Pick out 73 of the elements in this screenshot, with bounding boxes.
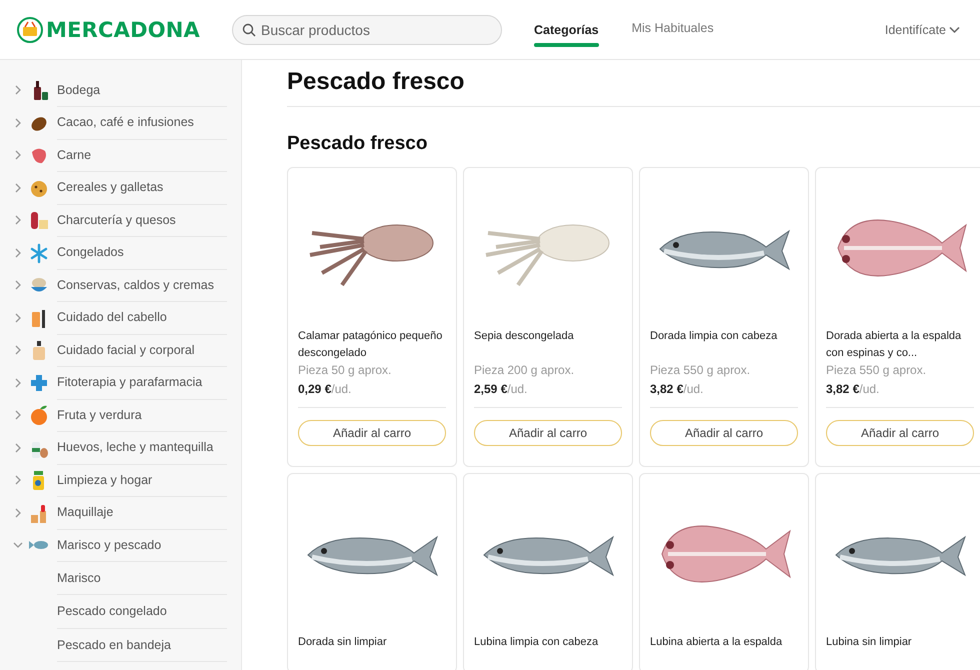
chevron-right-icon[interactable] bbox=[13, 312, 23, 323]
category-link[interactable]: Fitoterapia y parafarmacia bbox=[57, 375, 202, 390]
login-link[interactable]: Identifícate bbox=[884, 22, 946, 36]
category-link[interactable]: Cacao, café e infusiones bbox=[57, 115, 194, 130]
product-price: 0,29 €/ud. bbox=[298, 382, 352, 396]
chevron-right-icon[interactable] bbox=[13, 118, 23, 128]
product-size: Pieza 50 g aprox. bbox=[298, 363, 392, 377]
search-field[interactable]: Buscar productos bbox=[232, 14, 502, 44]
product-card[interactable]: Dorada abierta a la espalda con espinas y co... Pieza 550 g aprox. 3,82 €/ud. Añadir al carro bbox=[815, 167, 980, 467]
product-card[interactable]: Dorada sin limpiar bbox=[287, 473, 457, 670]
chevron-down-icon bbox=[949, 26, 960, 34]
chevron-right-icon[interactable] bbox=[13, 248, 23, 258]
fruit-icon bbox=[28, 404, 50, 426]
category-link[interactable]: Bodega bbox=[57, 82, 100, 97]
sausage-icon bbox=[28, 209, 50, 232]
add-to-cart-button[interactable]: Añadir al carro bbox=[298, 420, 446, 446]
product-card[interactable]: Lubina sin limpiar bbox=[815, 473, 980, 670]
add-to-cart-button[interactable]: Añadir al carro bbox=[474, 420, 622, 446]
chevron-right-icon[interactable] bbox=[13, 475, 23, 486]
section-title: Pescado fresco bbox=[287, 133, 428, 155]
chevron-right-icon[interactable] bbox=[13, 508, 23, 518]
category-link[interactable]: Cuidado del cabello bbox=[57, 310, 167, 324]
category-link[interactable]: Conservas, caldos y cremas bbox=[57, 278, 214, 292]
product-card[interactable]: Calamar patagónico pequeño descongelado Pieza 50 g aprox. 0,29 €/ud. Añadir al carro bbox=[287, 167, 457, 467]
product-card[interactable]: Lubina abierta a la espalda bbox=[639, 473, 809, 670]
subcategory-link[interactable]: Pescado congelado bbox=[57, 604, 167, 618]
product-size: Pieza 550 g aprox. bbox=[826, 363, 928, 377]
category-link[interactable]: Carne bbox=[57, 148, 92, 162]
category-link[interactable]: Maquillaje bbox=[57, 505, 114, 520]
product-name: Lubina abierta a la espalda bbox=[650, 635, 784, 650]
subcategory-link[interactable]: Marisco bbox=[57, 570, 101, 585]
product-price: 3,82 €/ud. bbox=[826, 382, 880, 396]
snowflake-icon bbox=[28, 242, 50, 264]
category-link[interactable]: Fruta y verdura bbox=[57, 408, 142, 422]
product-price: 2,59 €/ud. bbox=[474, 382, 528, 396]
chevron-down-icon[interactable] bbox=[13, 540, 23, 550]
category-link[interactable]: Limpieza y hogar bbox=[57, 472, 152, 487]
chevron-right-icon[interactable] bbox=[13, 345, 23, 356]
product-card[interactable]: Sepia descongelada Pieza 200 g aprox. 2,59 €/ud. Añadir al carro bbox=[463, 167, 633, 467]
category-link[interactable]: Huevos, leche y mantequilla bbox=[57, 440, 214, 454]
subcategory-link[interactable]: Pescado en bandeja bbox=[57, 638, 171, 652]
product-name: Sepia descongelada bbox=[474, 329, 575, 344]
product-name: Calamar patagónico pequeño descongelado bbox=[298, 329, 444, 361]
chevron-right-icon[interactable] bbox=[13, 410, 23, 420]
category-link[interactable]: Marisco y pescado bbox=[57, 538, 162, 552]
product-size: Pieza 550 g aprox. bbox=[650, 363, 752, 377]
product-name: Dorada abierta a la espalda con espinas y co... bbox=[826, 329, 962, 361]
chevron-right-icon[interactable] bbox=[13, 215, 23, 226]
product-name: Lubina sin limpiar bbox=[826, 635, 913, 650]
basket-logo-icon bbox=[17, 16, 43, 42]
search-icon bbox=[242, 22, 256, 36]
product-name: Dorada sin limpiar bbox=[298, 635, 388, 650]
product-card[interactable]: Dorada limpia con cabeza Pieza 550 g aprox. 3,82 €/ud. Añadir al carro bbox=[639, 167, 809, 467]
chevron-right-icon[interactable] bbox=[13, 442, 23, 453]
product-card[interactable]: Lubina limpia con cabeza bbox=[463, 473, 633, 670]
category-link[interactable]: Charcutería y quesos bbox=[57, 212, 176, 227]
chevron-right-icon[interactable] bbox=[13, 182, 23, 193]
category-link[interactable]: Cuidado facial y corporal bbox=[57, 342, 195, 357]
add-to-cart-button[interactable]: Añadir al carro bbox=[650, 420, 798, 446]
add-to-cart-button[interactable]: Añadir al carro bbox=[826, 420, 974, 446]
nav-tab[interactable]: Categorías bbox=[534, 22, 599, 36]
product-name: Lubina limpia con cabeza bbox=[474, 635, 600, 650]
product-price: 3,82 €/ud. bbox=[650, 382, 704, 396]
page-title: Pescado fresco bbox=[287, 68, 980, 107]
product-name: Dorada limpia con cabeza bbox=[650, 329, 778, 344]
chevron-right-icon[interactable] bbox=[13, 280, 23, 290]
nav-tab[interactable]: Mis Habituales bbox=[632, 21, 714, 38]
chevron-right-icon[interactable] bbox=[13, 378, 23, 388]
product-size: Pieza 200 g aprox. bbox=[474, 363, 576, 377]
chevron-right-icon[interactable] bbox=[13, 150, 23, 160]
category-link[interactable]: Congelados bbox=[57, 245, 124, 260]
chevron-right-icon[interactable] bbox=[13, 85, 23, 96]
category-link[interactable]: Cereales y galletas bbox=[57, 180, 164, 194]
